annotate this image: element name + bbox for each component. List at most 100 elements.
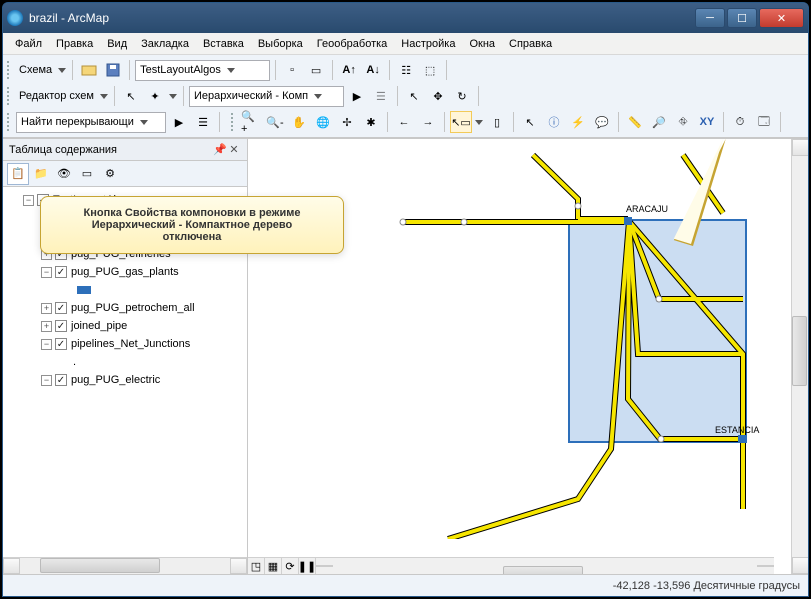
menu-windows[interactable]: Окна [463, 35, 501, 53]
time-slider-icon[interactable]: ⏱ [729, 111, 751, 133]
back-icon[interactable]: ← [393, 111, 415, 133]
forward-icon[interactable]: → [417, 111, 439, 133]
find-combo[interactable]: Найти перекрывающи [16, 112, 166, 133]
pointer-icon[interactable]: ↖ [519, 111, 541, 133]
menu-insert[interactable]: Вставка [197, 35, 250, 53]
map-scroll-up[interactable] [792, 139, 808, 156]
identify-icon[interactable]: ⓘ [543, 111, 565, 133]
clear-select-icon[interactable]: ▯ [486, 111, 508, 133]
select-rotate-icon[interactable]: ↻ [451, 85, 473, 107]
hyperlink-icon[interactable]: ⚡ [567, 111, 589, 133]
close-button[interactable]: ✕ [759, 8, 804, 28]
expand-icon[interactable]: + [41, 321, 52, 332]
tool-rect-icon[interactable]: ▭ [305, 59, 327, 81]
zoom-in-fixed-icon[interactable]: ✢ [336, 111, 358, 133]
open-diagram-icon[interactable] [78, 59, 100, 81]
menu-selection[interactable]: Выборка [252, 35, 309, 53]
toc-tab-source[interactable]: 📁 [30, 163, 52, 185]
scheme-dropdown-icon[interactable] [58, 68, 66, 73]
save-diagram-icon[interactable] [102, 59, 124, 81]
select-dropdown-icon[interactable] [475, 120, 483, 125]
pointer-tool-icon[interactable]: ↖ [120, 85, 142, 107]
toolbar-grip[interactable] [7, 87, 11, 105]
tool-square-icon[interactable]: ▫ [281, 59, 303, 81]
tree-node[interactable]: −✓pug_PUG_electric [41, 371, 245, 389]
menu-file[interactable]: Файл [9, 35, 48, 53]
refresh-icon[interactable]: ⟳ [282, 558, 299, 575]
map-scroll-down[interactable] [792, 557, 808, 574]
tree-node[interactable]: +✓joined_pipe [41, 317, 245, 335]
toc-tab-selection[interactable]: ▭ [76, 163, 98, 185]
zoomin-icon[interactable]: 🔍+ [240, 111, 262, 133]
scroll-left-button[interactable] [3, 558, 20, 574]
tree-node[interactable]: . [59, 353, 245, 371]
find-props-icon[interactable]: ☰ [192, 111, 214, 133]
close-panel-icon[interactable]: ✕ [227, 143, 241, 157]
layout-props-icon[interactable]: ☰ [370, 85, 392, 107]
dropdown-icon[interactable] [169, 94, 177, 99]
layer-checkbox[interactable]: ✓ [55, 338, 67, 350]
select-elements-icon[interactable]: ↖▭ [450, 111, 472, 133]
expand-icon[interactable]: − [23, 195, 34, 206]
goto-xy-icon[interactable]: XY [696, 111, 718, 133]
pause-icon[interactable]: ❚❚ [299, 558, 316, 575]
font-grow-icon[interactable]: A↑ [338, 59, 360, 81]
hscroll-track[interactable] [20, 558, 230, 574]
layer-checkbox[interactable]: ✓ [55, 302, 67, 314]
layout-view-icon[interactable]: ▦ [265, 558, 282, 575]
tree-node[interactable]: +✓pug_PUG_petrochem_all [41, 299, 245, 317]
map-vscroll-thumb[interactable] [792, 316, 807, 386]
menu-bookmark[interactable]: Закладка [135, 35, 195, 53]
find-icon[interactable]: 🔎 [648, 111, 670, 133]
measure-icon[interactable]: 📏 [624, 111, 646, 133]
viewer-window-icon[interactable]: 🗔 [753, 111, 775, 133]
menu-customize[interactable]: Настройка [395, 35, 461, 53]
toolbar-grip[interactable] [231, 113, 235, 131]
group-icon[interactable]: ⬚ [419, 59, 441, 81]
tree-node[interactable] [59, 281, 245, 299]
pan-icon[interactable]: ✋ [288, 111, 310, 133]
maximize-button[interactable]: ☐ [727, 8, 757, 28]
align-icon[interactable]: ☷ [395, 59, 417, 81]
expand-icon[interactable]: − [41, 267, 52, 278]
font-shrink-icon[interactable]: A↓ [362, 59, 384, 81]
full-extent-icon[interactable]: 🌐 [312, 111, 334, 133]
hscroll-thumb[interactable] [40, 558, 160, 573]
map-scroll-left[interactable] [316, 565, 333, 567]
select-move-icon[interactable]: ✥ [427, 85, 449, 107]
toolbar-grip[interactable] [7, 113, 11, 131]
toc-tab-drawing-order[interactable]: 📋 [7, 163, 29, 185]
layout-algo-combo[interactable]: TestLayoutAlgos [135, 60, 270, 81]
toc-tab-options[interactable]: ⚙ [99, 163, 121, 185]
html-popup-icon[interactable]: 💬 [591, 111, 613, 133]
run-find-icon[interactable]: ▶ [168, 111, 190, 133]
layer-checkbox[interactable]: ✓ [55, 374, 67, 386]
menu-edit[interactable]: Правка [50, 35, 99, 53]
tree-node[interactable]: −✓pug_PUG_gas_plants [41, 263, 245, 281]
data-view-icon[interactable]: ◳ [248, 558, 265, 575]
toc-tab-visibility[interactable]: 👁 [53, 163, 75, 185]
hierarchical-combo[interactable]: Иерархический - Комп [189, 86, 344, 107]
layer-checkbox[interactable]: ✓ [55, 266, 67, 278]
map-vscroll-track[interactable] [792, 156, 808, 557]
tree-node[interactable]: −✓pipelines_Net_Junctions [41, 335, 245, 353]
expand-icon[interactable]: − [41, 339, 52, 350]
expand-icon[interactable]: − [41, 375, 52, 386]
layer-checkbox[interactable]: ✓ [55, 320, 67, 332]
map-scroll-right[interactable] [757, 565, 774, 567]
zoom-out-fixed-icon[interactable]: ✱ [360, 111, 382, 133]
minimize-button[interactable]: ─ [695, 8, 725, 28]
zoomout-icon[interactable]: 🔍- [264, 111, 286, 133]
menu-help[interactable]: Справка [503, 35, 558, 53]
menu-view[interactable]: Вид [101, 35, 133, 53]
find-route-icon[interactable]: ⛗ [672, 111, 694, 133]
select-pointer-icon[interactable]: ↖ [403, 85, 425, 107]
map-hscroll-thumb[interactable] [503, 566, 583, 574]
menu-geoprocessing[interactable]: Геообработка [311, 35, 394, 53]
edit-vertices-icon[interactable]: ✦ [144, 85, 166, 107]
editor-dropdown-icon[interactable] [100, 94, 108, 99]
expand-icon[interactable]: + [41, 303, 52, 314]
pin-icon[interactable]: 📌 [213, 143, 227, 157]
apply-layout-icon[interactable]: ▶ [346, 85, 368, 107]
scroll-right-button[interactable] [230, 558, 247, 574]
